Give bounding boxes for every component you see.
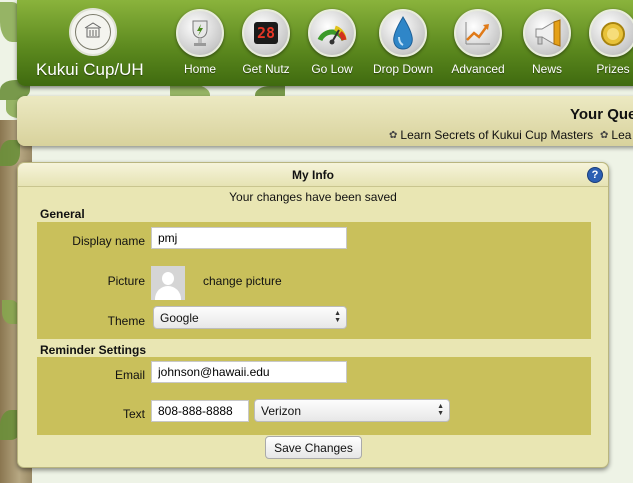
picture-label: Picture <box>107 274 145 288</box>
site-logo[interactable] <box>69 8 117 56</box>
panel-header: My Info ? <box>18 163 608 187</box>
quest-bar: Your Que ✿ Learn Secrets of Kukui Cup Ma… <box>17 96 633 146</box>
megaphone-icon <box>523 9 571 57</box>
scoreboard-icon: 28 <box>242 9 290 57</box>
reminder-section: Email Text Verizon ▲▼ <box>37 357 591 435</box>
select-arrows-icon: ▲ ▼ <box>437 403 444 417</box>
select-arrows-icon: ▲ ▼ <box>334 310 341 324</box>
top-header: Kukui Cup/UH Home 28 Get Nutz Go Low Dro… <box>17 0 633 86</box>
scoreboard-digits: 28 <box>253 22 279 44</box>
panel-title: My Info <box>292 167 334 182</box>
avatar <box>151 266 185 300</box>
change-picture-link[interactable]: change picture <box>203 274 282 288</box>
quest-link-label: Learn Secrets of Kukui Cup Masters <box>400 128 594 142</box>
general-section: Display name Picture change picture Them… <box>37 222 591 339</box>
theme-select[interactable]: Google ▲ ▼ <box>153 306 347 329</box>
quest-link[interactable]: ✿ Learn Secrets of Kukui Cup Masters <box>389 128 593 142</box>
help-icon[interactable]: ? <box>587 167 603 183</box>
phone-field[interactable] <box>151 400 249 422</box>
nav-label: Go Low <box>311 62 353 76</box>
saved-message: Your changes have been saved <box>229 190 397 204</box>
quest-link-label: Lea <box>611 128 632 142</box>
email-field[interactable] <box>151 361 347 383</box>
theme-label: Theme <box>107 314 145 328</box>
nav-label: Prizes <box>596 62 630 76</box>
seal-icon <box>75 14 111 50</box>
quest-link[interactable]: ✿ Lea <box>600 128 631 142</box>
reminder-section-title: Reminder Settings <box>40 343 147 357</box>
gear-icon: ✿ <box>600 129 609 141</box>
nav-get-nutz[interactable]: 28 Get Nutz <box>230 9 302 76</box>
site-title[interactable]: Kukui Cup/UH <box>36 60 144 80</box>
nav-prizes[interactable]: Prizes <box>577 9 633 76</box>
my-info-panel: My Info ? Your changes have been saved G… <box>17 162 609 468</box>
leaf-decoration <box>0 140 20 166</box>
quest-title: Your Que <box>570 106 633 123</box>
chart-arrow-icon <box>454 9 502 57</box>
theme-select-value: Google <box>160 311 199 325</box>
gauge-icon <box>308 9 356 57</box>
display-name-label: Display name <box>72 234 145 248</box>
nav-label: Home <box>183 62 216 76</box>
nav-home[interactable]: Home <box>164 9 236 76</box>
carrier-select-value: Verizon <box>261 404 302 418</box>
avatar-placeholder-icon <box>162 272 174 285</box>
medal-icon <box>589 9 633 57</box>
text-label: Text <box>122 407 145 421</box>
nav-drop-down[interactable]: Drop Down <box>367 9 439 76</box>
nav-label: News <box>531 62 562 76</box>
nav-label: Get Nutz <box>242 62 290 76</box>
display-name-field[interactable] <box>151 227 347 249</box>
carrier-select[interactable]: Verizon ▲ ▼ <box>254 399 450 422</box>
email-label: Email <box>114 368 145 382</box>
general-section-title: General <box>40 207 85 221</box>
nav-go-low[interactable]: Go Low <box>296 9 368 76</box>
save-changes-button[interactable]: Save Changes <box>265 436 362 459</box>
nav-advanced[interactable]: Advanced <box>442 9 514 76</box>
water-drop-icon <box>379 9 427 57</box>
gear-icon: ✿ <box>389 129 398 141</box>
trophy-icon <box>176 9 224 57</box>
nav-news[interactable]: News <box>511 9 583 76</box>
nav-label: Drop Down <box>372 62 434 76</box>
nav-label: Advanced <box>451 62 505 76</box>
